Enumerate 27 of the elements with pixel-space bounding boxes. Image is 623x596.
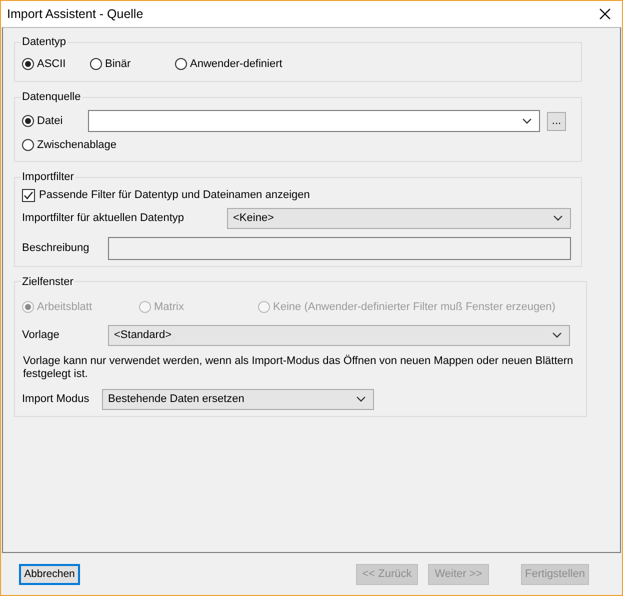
close-icon[interactable] bbox=[599, 8, 611, 20]
window-title: Import Assistent - Quelle bbox=[7, 7, 144, 21]
group-title: Zielfenster bbox=[21, 274, 74, 288]
checkbox-option[interactable]: Passende Filter für Datentyp und Dateinamen anzeigen bbox=[22, 187, 310, 203]
radio-option[interactable]: Binär bbox=[90, 58, 175, 70]
check-icon bbox=[23, 190, 34, 200]
caret-icon bbox=[356, 396, 366, 402]
dialog-button[interactable]: Abbrechen bbox=[19, 564, 80, 584]
field-label: Vorlage bbox=[22, 329, 60, 341]
field-label: Import Modus bbox=[22, 393, 90, 405]
radio-option[interactable]: Datei bbox=[22, 115, 88, 127]
field-label: Beschreibung bbox=[22, 242, 90, 254]
caret-icon bbox=[522, 118, 532, 124]
file-combo[interactable] bbox=[88, 110, 540, 132]
radio-option[interactable]: Zwischenablage bbox=[22, 139, 116, 151]
filter-dropdown[interactable]: <Keine> bbox=[227, 208, 571, 228]
field-label: Importfilter für aktuellen Datentyp bbox=[22, 212, 186, 224]
description-field[interactable] bbox=[108, 236, 571, 260]
group-title: Datenquelle bbox=[21, 90, 82, 104]
radio-option[interactable]: ASCII bbox=[22, 58, 90, 70]
browse-button[interactable]: ... bbox=[547, 112, 566, 130]
group-title: Importfilter bbox=[21, 170, 75, 184]
caret-icon bbox=[552, 332, 562, 338]
radio-option[interactable]: Anwender-definiert bbox=[175, 58, 282, 70]
note-text: Vorlage kann nur verwendet werden, wenn als Import-Modus das Öffnen von neuen Mappen oder neuen Blättern festgelegt ist. bbox=[23, 354, 574, 380]
group-title: Datentyp bbox=[21, 35, 68, 49]
caret-icon bbox=[553, 215, 563, 221]
